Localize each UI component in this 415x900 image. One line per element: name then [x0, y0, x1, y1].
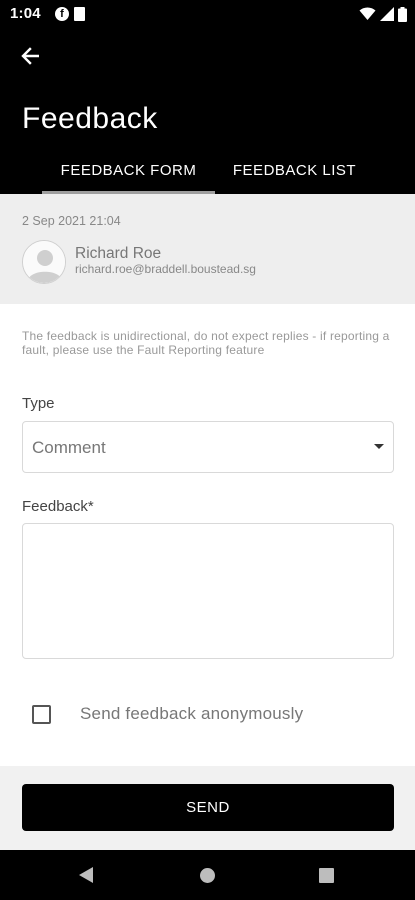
- user-info-card: 2 Sep 2021 21:04 Richard Roe richard.roe…: [0, 194, 415, 304]
- tab-feedback-list[interactable]: FEEDBACK LIST: [222, 146, 367, 194]
- status-bar: 1:04 f: [0, 0, 415, 28]
- status-icons: [359, 6, 407, 22]
- tab-feedback-form[interactable]: FEEDBACK FORM: [42, 146, 215, 194]
- feedback-date: 2 Sep 2021 21:04: [22, 214, 121, 228]
- nav-home-icon[interactable]: [200, 868, 215, 883]
- type-label: Type: [22, 395, 55, 412]
- anonymous-checkbox[interactable]: [32, 704, 51, 724]
- nav-back-icon[interactable]: [79, 867, 93, 883]
- user-name: Richard Roe: [75, 245, 162, 262]
- anonymous-option[interactable]: Send feedback anonymously: [32, 701, 303, 727]
- app-header: Feedback FEEDBACK FORM FEEDBACK LIST: [0, 28, 415, 194]
- type-dropdown[interactable]: Comment: [22, 421, 394, 473]
- feedback-notice: The feedback is unidirectional, do not e…: [22, 329, 390, 357]
- default-avatar-icon: [22, 240, 66, 284]
- anonymous-label: Send feedback anonymously: [80, 704, 304, 723]
- page-title: Feedback: [22, 102, 158, 135]
- wifi-icon: [359, 7, 376, 20]
- back-button[interactable]: [14, 40, 46, 72]
- arrow-left-icon: [21, 47, 39, 65]
- tab-bar: FEEDBACK FORM FEEDBACK LIST: [0, 146, 415, 194]
- battery-icon: [398, 6, 407, 22]
- caret-down-icon: [374, 444, 384, 449]
- nav-recents-icon[interactable]: [319, 868, 334, 883]
- user-email: richard.roe@braddell.boustead.sg: [75, 262, 256, 276]
- f-app-icon: f: [55, 7, 69, 21]
- document-icon: [74, 7, 85, 21]
- navigation-bar: [0, 850, 415, 900]
- send-button[interactable]: SEND: [22, 784, 394, 831]
- send-area: SEND: [0, 766, 415, 850]
- feedback-label: Feedback*: [22, 498, 94, 515]
- type-selected-value: Comment: [32, 438, 106, 457]
- feedback-textarea[interactable]: [22, 523, 394, 659]
- status-time: 1:04: [10, 5, 41, 22]
- signal-icon: [380, 7, 394, 21]
